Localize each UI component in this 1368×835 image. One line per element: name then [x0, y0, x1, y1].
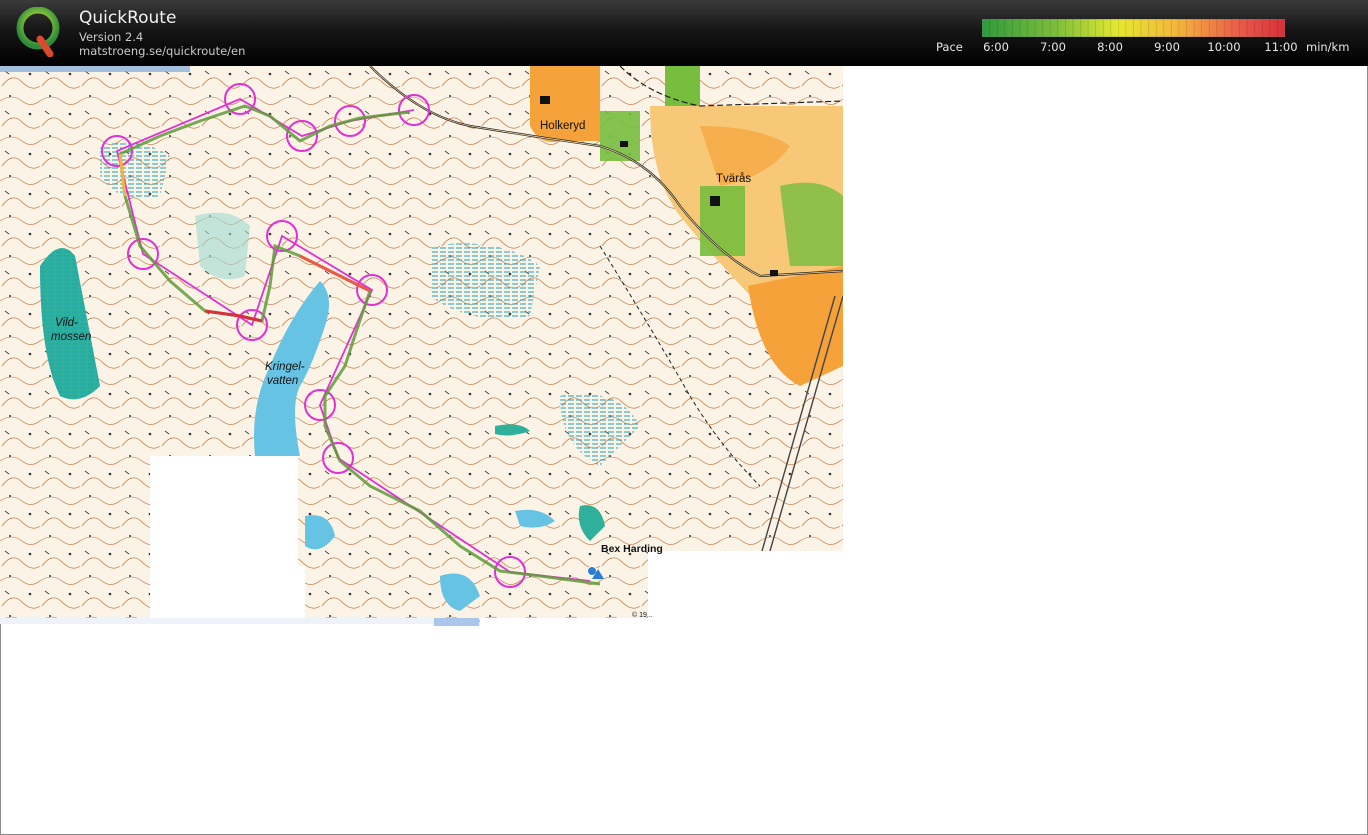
map-label-vildmossen-2: mossen [51, 331, 92, 343]
app-title: QuickRoute [79, 8, 177, 28]
pace-tick-label: 7:00 [1040, 40, 1066, 54]
pace-legend-label: Pace [936, 40, 963, 54]
map-label-kringelvatten-2: vatten [267, 375, 299, 387]
app-version: Version 2.4 [79, 30, 144, 44]
map-credit: Bex Harding [601, 543, 663, 555]
map-label-vildmossen-1: Vild- [55, 317, 78, 329]
map-canvas[interactable] [0, 66, 843, 626]
pace-tick-label: 9:00 [1154, 40, 1180, 54]
map-label-kringelvatten-1: Kringel- [265, 361, 305, 373]
pace-tick-label: 8:00 [1097, 40, 1123, 54]
pace-tick-label: 10:00 [1207, 40, 1241, 54]
orienteering-map[interactable]: Holkeryd Tvärås Vild- mossen Kringel- va… [0, 66, 843, 626]
pace-unit-label: min/km [1306, 40, 1350, 54]
app-header: QuickRoute Version 2.4 matstroeng.se/qui… [0, 0, 1368, 66]
map-copyright: © 19... [632, 612, 653, 619]
quickroute-logo-icon [16, 7, 60, 57]
pace-tick-label: 11:00 [1264, 40, 1298, 54]
map-label-tvaras: Tvärås [716, 173, 752, 185]
pace-tick-label: 6:00 [983, 40, 1009, 54]
app-url[interactable]: matstroeng.se/quickroute/en [79, 44, 245, 58]
map-label-holkeryd: Holkeryd [540, 120, 586, 132]
pace-color-scale [982, 19, 1285, 37]
